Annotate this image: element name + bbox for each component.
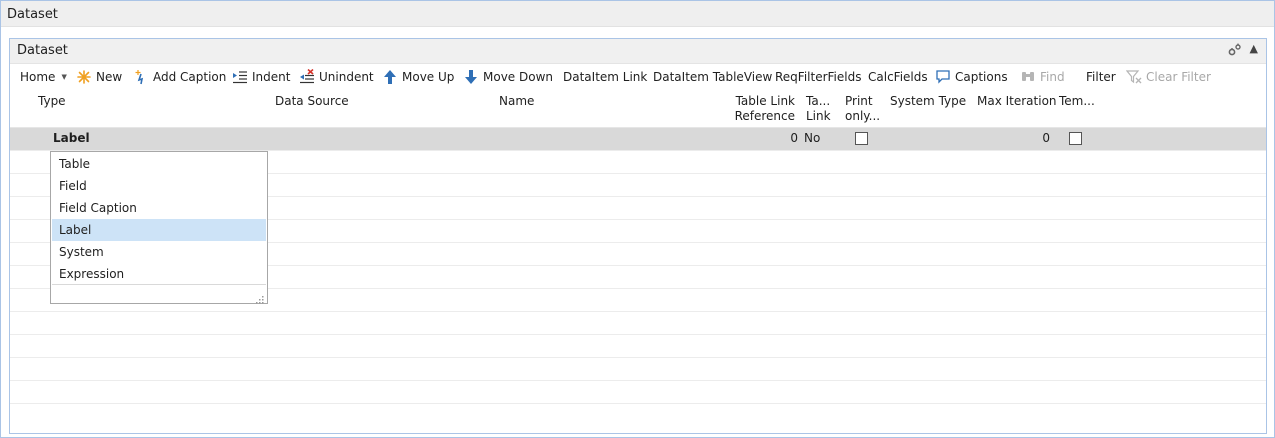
new-label: New xyxy=(96,70,123,84)
filter-button[interactable]: Filter xyxy=(1086,69,1116,85)
calcfields-button[interactable]: CalcFields xyxy=(868,69,928,85)
unindent-icon xyxy=(299,69,315,85)
dropdown-option-expression[interactable]: Expression xyxy=(52,263,266,285)
unindent-label: Unindent xyxy=(319,70,374,84)
dataitem-link-label: DataItem Link xyxy=(563,70,648,84)
calcfields-label: CalcFields xyxy=(868,70,928,84)
column-table-link-reference-line2: Reference xyxy=(734,109,795,123)
move-up-label: Move Up xyxy=(402,70,455,84)
dropdown-option-label: Table xyxy=(59,157,91,171)
action-toolbar: Home ▼ New Add Caption Indent Unindent M… xyxy=(10,65,1266,89)
type-dropdown-list[interactable]: Table Field Field Caption Label System E… xyxy=(50,151,268,304)
add-caption-button[interactable]: Add Caption xyxy=(133,69,226,85)
column-ta-link-line1: Ta... xyxy=(806,94,831,108)
captions-button[interactable]: Captions xyxy=(935,69,1008,85)
dropdown-option-system[interactable]: System xyxy=(52,241,266,263)
chevron-down-icon: ▼ xyxy=(61,73,67,81)
row-table-link-reference[interactable]: 0 xyxy=(730,131,798,145)
add-caption-icon xyxy=(133,69,149,85)
add-caption-label: Add Caption xyxy=(153,70,227,84)
new-button[interactable]: New xyxy=(76,69,122,85)
column-name[interactable]: Name xyxy=(499,94,534,109)
find-label: Find xyxy=(1040,70,1065,84)
empty-row[interactable] xyxy=(10,404,1266,426)
gear-icon[interactable] xyxy=(1228,43,1242,57)
dataitem-link-button[interactable]: DataItem Link xyxy=(563,69,647,85)
find-button[interactable]: Find xyxy=(1020,69,1065,85)
move-down-button[interactable]: Move Down xyxy=(463,69,553,85)
column-data-source[interactable]: Data Source xyxy=(275,94,349,109)
column-ta-link-line2: Link xyxy=(806,109,831,123)
column-print-only-line2: only... xyxy=(845,109,881,123)
home-label: Home xyxy=(20,70,56,84)
filter-label: Filter xyxy=(1086,70,1116,84)
table-row[interactable]: Label 0 No 0 xyxy=(10,128,1266,151)
captions-label: Captions xyxy=(955,70,1008,84)
indent-button[interactable]: Indent xyxy=(232,69,290,85)
column-type[interactable]: Type xyxy=(38,94,66,109)
column-table-link-reference-line1: Table Link xyxy=(735,94,795,108)
move-down-label: Move Down xyxy=(483,70,553,84)
dropdown-option-field-caption[interactable]: Field Caption xyxy=(52,197,266,219)
column-table-link-reference[interactable]: Table Link Reference xyxy=(730,94,795,124)
page-title: Dataset xyxy=(7,7,58,22)
clear-filter-label: Clear Filter xyxy=(1146,70,1211,84)
row-print-only-checkbox[interactable] xyxy=(855,132,868,145)
home-menu-button[interactable]: Home ▼ xyxy=(20,69,67,85)
column-print-only-line1: Print xyxy=(845,94,873,108)
dropdown-footer xyxy=(52,284,266,304)
dropdown-option-field[interactable]: Field xyxy=(52,175,266,197)
row-max-iteration[interactable]: 0 xyxy=(1000,131,1050,145)
column-max-iteration[interactable]: Max Iteration xyxy=(977,94,1057,109)
empty-row[interactable] xyxy=(10,358,1266,381)
row-ta-link[interactable]: No xyxy=(804,131,820,145)
grid-header: Type Data Source Name Table Link Referen… xyxy=(10,89,1266,128)
column-system-type[interactable]: System Type xyxy=(890,94,966,109)
dropdown-option-label[interactable]: Label xyxy=(52,219,266,241)
dropdown-option-label: Label xyxy=(59,223,92,237)
column-tem[interactable]: Tem... xyxy=(1059,94,1095,109)
collapse-icon[interactable]: ▲ xyxy=(1250,42,1258,55)
resize-grip-icon[interactable] xyxy=(256,293,264,304)
row-tem-checkbox[interactable] xyxy=(1069,132,1082,145)
page-header: Dataset xyxy=(1,1,1274,27)
dropdown-option-label: Field xyxy=(59,179,87,193)
dataitem-tableview-label: DataItem TableView xyxy=(653,70,773,84)
binoculars-icon xyxy=(1020,69,1036,85)
column-ta-link[interactable]: Ta... Link xyxy=(806,94,831,124)
move-up-button[interactable]: Move Up xyxy=(382,69,454,85)
clear-filter-icon xyxy=(1126,69,1142,85)
arrow-down-icon xyxy=(463,69,479,85)
indent-label: Indent xyxy=(252,70,291,84)
indent-icon xyxy=(232,69,248,85)
empty-row[interactable] xyxy=(10,381,1266,404)
part-caption: Dataset ▲ xyxy=(10,39,1266,64)
dropdown-option-label: System xyxy=(59,245,104,259)
reqfilterfields-label: ReqFilterFields xyxy=(775,70,862,84)
row-type[interactable]: Label xyxy=(53,131,90,145)
empty-row[interactable] xyxy=(10,312,1266,335)
dataitem-tableview-button[interactable]: DataItem TableView xyxy=(653,69,772,85)
dropdown-option-label: Expression xyxy=(59,267,125,281)
speech-bubble-icon xyxy=(935,69,951,85)
dropdown-option-label: Field Caption xyxy=(59,201,137,215)
part-title: Dataset xyxy=(17,43,68,58)
column-print-only[interactable]: Print only... xyxy=(845,94,880,124)
empty-row[interactable] xyxy=(10,335,1266,358)
dropdown-option-table[interactable]: Table xyxy=(52,153,266,175)
clear-filter-button[interactable]: Clear Filter xyxy=(1126,69,1211,85)
new-icon xyxy=(76,69,92,85)
unindent-button[interactable]: Unindent xyxy=(299,69,374,85)
dataset-part: Dataset ▲ Home ▼ New Add Caption Indent … xyxy=(9,38,1267,434)
reqfilterfields-button[interactable]: ReqFilterFields xyxy=(775,69,861,85)
arrow-up-icon xyxy=(382,69,398,85)
